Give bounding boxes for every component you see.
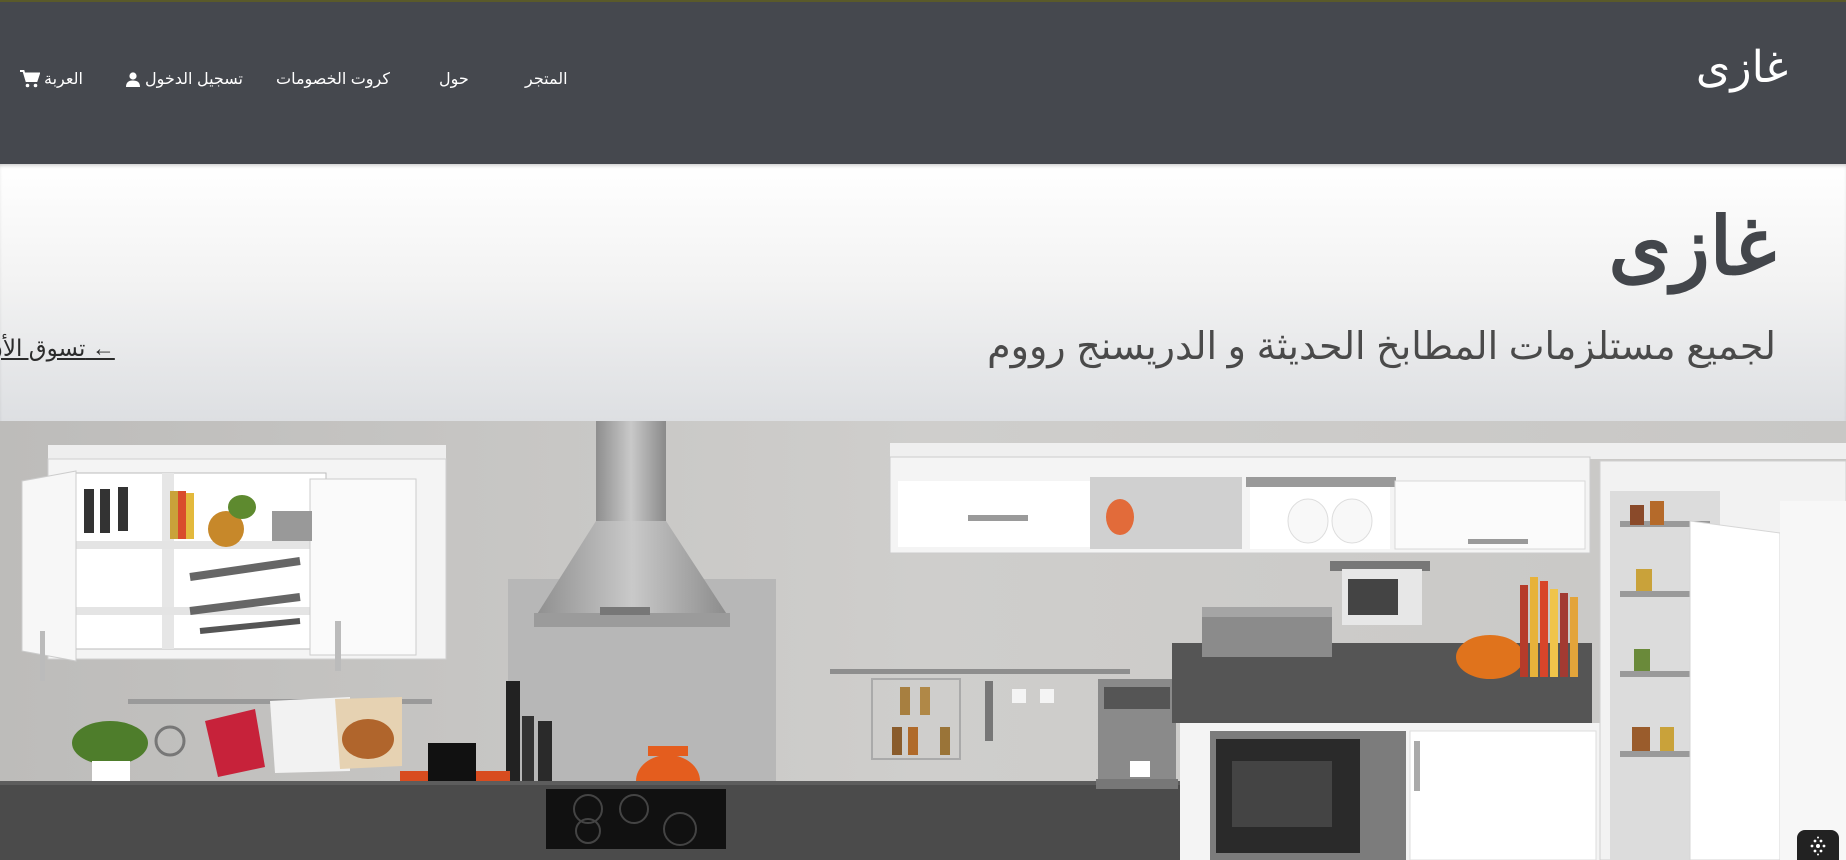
hero-banner: غازى لجميع مستلزمات المطابخ الحديثة و ال… [0, 164, 1846, 421]
nav-link-store[interactable]: المتجر [525, 69, 568, 89]
nav-link-coupons-label: كروت الخصومات [276, 71, 390, 88]
grid-dots-icon [1797, 836, 1839, 856]
nav-link-coupons[interactable]: كروت الخصومات [276, 69, 390, 89]
nav-link-store-label: المتجر [525, 71, 568, 88]
nav-link-login[interactable]: تسجيل الدخول [125, 69, 243, 89]
nav-link-login-label: تسجيل الدخول [145, 71, 243, 88]
kitchen-hero-image [0, 421, 1846, 860]
hero-subtitle: لجميع مستلزمات المطابخ الحديثة و الدريسن… [987, 326, 1776, 368]
nav-link-about[interactable]: حول [439, 69, 469, 89]
brand-logo[interactable]: غازى [1696, 42, 1788, 93]
hero-title: غازى [1608, 199, 1776, 293]
nav-link-about-label: حول [439, 71, 469, 88]
navbar: غازى المتجر حول كروت الخصومات تسجيل الدخ… [0, 2, 1846, 164]
shopping-cart-icon [20, 70, 40, 88]
nav-link-cart[interactable]: العربة [20, 69, 83, 89]
shop-now-link[interactable]: تسوق الأن ← [0, 335, 115, 362]
user-icon [125, 71, 141, 87]
nav-link-cart-label: العربة [44, 71, 83, 88]
floating-action-button[interactable] [1797, 830, 1839, 860]
